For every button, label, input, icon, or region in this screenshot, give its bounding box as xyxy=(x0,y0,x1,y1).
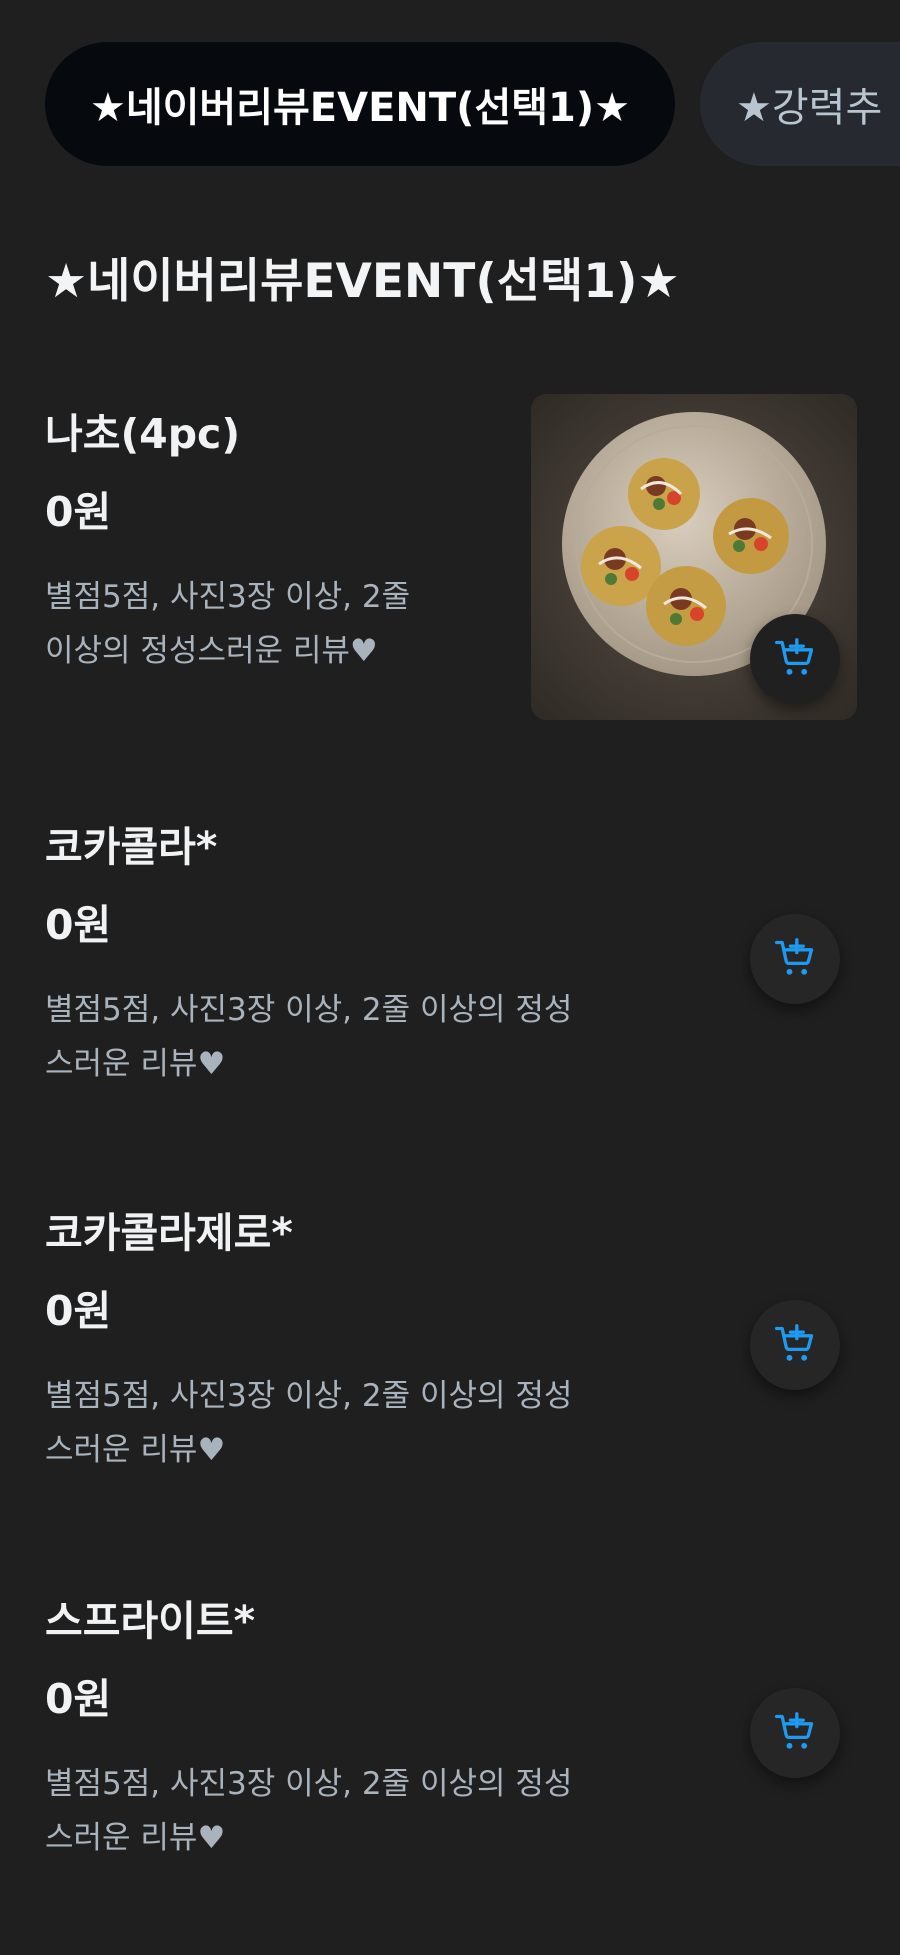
item-name: 코카콜라* xyxy=(45,823,218,871)
section-title: ★네이버리뷰EVENT(선택1)★ xyxy=(45,254,680,309)
add-to-cart-icon xyxy=(775,638,814,675)
item-description-line: 스러운 리뷰♥ xyxy=(45,1432,226,1468)
tab-strong-recommend[interactable]: ★강력추 xyxy=(700,42,900,166)
item-name: 나초(4pc) xyxy=(45,410,241,458)
add-to-cart-icon xyxy=(775,1324,814,1361)
item-name: 코카콜라제로* xyxy=(45,1209,293,1257)
add-to-cart-button[interactable] xyxy=(750,1688,840,1778)
item-description-line: 별점5점, 사진3장 이상, 2줄 이상의 정성 xyxy=(45,992,573,1028)
item-description-line: 별점5점, 사진3장 이상, 2줄 xyxy=(45,579,411,615)
item-description-line: 이상의 정성스러운 리뷰♥ xyxy=(45,633,378,669)
item-price: 0원 xyxy=(45,488,112,536)
item-price: 0원 xyxy=(45,1287,112,1335)
item-description: 별점5점, 사진3장 이상, 2줄 이상의 정성 스러운 리뷰♥ xyxy=(45,983,675,1091)
item-description: 별점5점, 사진3장 이상, 2줄 이상의 정성 스러운 리뷰♥ xyxy=(45,1369,675,1477)
item-description-line: 별점5점, 사진3장 이상, 2줄 이상의 정성 xyxy=(45,1766,573,1802)
item-name: 스프라이트* xyxy=(45,1597,256,1645)
add-to-cart-icon xyxy=(775,938,814,975)
tab-naver-review-event[interactable]: ★네이버리뷰EVENT(선택1)★ xyxy=(45,42,675,166)
item-price: 0원 xyxy=(45,1675,112,1723)
item-description-line: 스러운 리뷰♥ xyxy=(45,1046,226,1082)
item-description: 별점5점, 사진3장 이상, 2줄 이상의 정성스러운 리뷰♥ xyxy=(45,570,475,678)
add-to-cart-button[interactable] xyxy=(750,914,840,1004)
item-description-line: 별점5점, 사진3장 이상, 2줄 이상의 정성 xyxy=(45,1378,573,1414)
add-to-cart-icon xyxy=(775,1712,814,1749)
add-to-cart-button[interactable] xyxy=(750,614,840,704)
tab-label: ★네이버리뷰EVENT(선택1)★ xyxy=(89,85,631,131)
add-to-cart-button[interactable] xyxy=(750,1300,840,1390)
item-photo[interactable] xyxy=(531,394,857,720)
category-tabs: ★네이버리뷰EVENT(선택1)★ ★강력추 xyxy=(0,42,900,166)
item-description-line: 스러운 리뷰♥ xyxy=(45,1820,226,1856)
item-description: 별점5점, 사진3장 이상, 2줄 이상의 정성 스러운 리뷰♥ xyxy=(45,1757,675,1865)
tab-label: ★강력추 xyxy=(736,85,883,131)
item-price: 0원 xyxy=(45,901,112,949)
